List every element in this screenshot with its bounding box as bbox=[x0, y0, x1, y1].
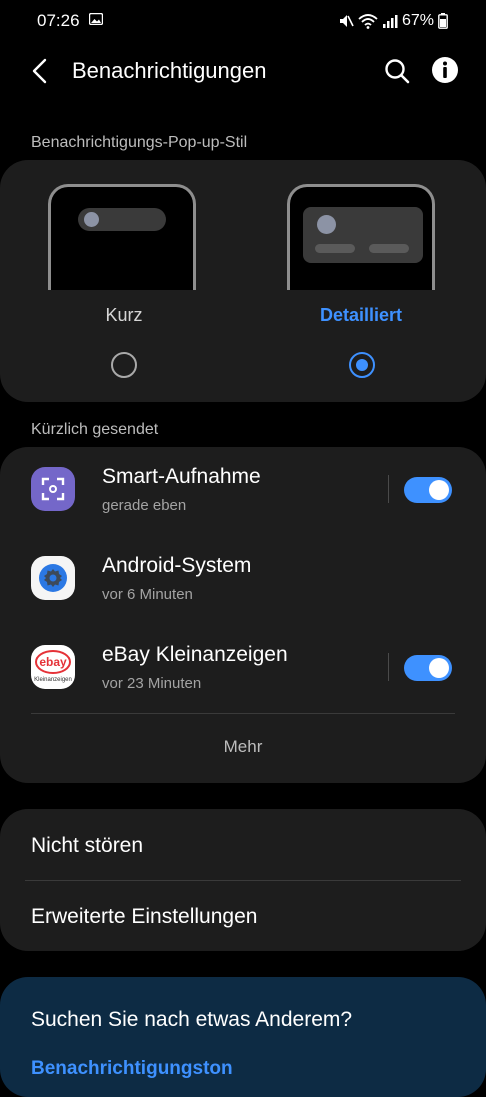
app-bar: Benachrichtigungen bbox=[0, 44, 486, 100]
detailed-bar-1 bbox=[315, 244, 355, 253]
app-time: gerade eben bbox=[102, 497, 187, 514]
settings-card: Nicht stören Erweiterte Einstellungen bbox=[0, 809, 486, 951]
app-row-ebay-kleinanzeigen[interactable]: ebay Kleinanzeigen eBay Kleinanzeigen vo… bbox=[0, 625, 486, 713]
detailed-preview bbox=[287, 184, 435, 290]
status-bar: 07:26 67% bbox=[0, 0, 486, 42]
popup-style-card: Kurz Detailliert bbox=[0, 160, 486, 402]
ebay-logo-subtext: Kleinanzeigen bbox=[34, 677, 72, 683]
battery-percent: 67% bbox=[401, 12, 434, 29]
signal-icon bbox=[382, 15, 398, 28]
mute-icon bbox=[339, 15, 354, 27]
app-time: vor 6 Minuten bbox=[102, 586, 193, 603]
popup-style-label: Benachrichtigungs-Pop-up-Stil bbox=[31, 134, 248, 151]
option-label-kurz: Kurz bbox=[105, 305, 143, 325]
detailed-dot bbox=[317, 215, 336, 234]
battery-icon bbox=[438, 13, 448, 29]
gallery-notification-icon bbox=[89, 13, 103, 25]
app-row-smart-aufnahme[interactable]: Smart-Aufnahme gerade eben bbox=[0, 447, 486, 535]
back-arrow-icon[interactable] bbox=[26, 56, 56, 86]
app-name: Android-System bbox=[102, 554, 252, 577]
divider bbox=[31, 713, 455, 714]
suggestion-title: Suchen Sie nach etwas Anderem? bbox=[31, 1008, 353, 1031]
ebay-logo-text: ebay bbox=[39, 655, 67, 669]
status-icons: 67% bbox=[338, 10, 448, 32]
more-button[interactable]: Mehr bbox=[0, 737, 486, 757]
radio-detailliert[interactable] bbox=[349, 352, 375, 378]
detailed-card bbox=[303, 207, 423, 263]
divider bbox=[388, 475, 389, 503]
search-icon[interactable] bbox=[382, 56, 412, 86]
app-name: Smart-Aufnahme bbox=[102, 465, 261, 488]
notification-sound-link[interactable]: Benachrichtigungston bbox=[31, 1058, 233, 1080]
info-icon[interactable] bbox=[431, 56, 459, 84]
detailed-bar-2 bbox=[369, 244, 409, 253]
brief-dot bbox=[84, 212, 99, 227]
recent-label: Kürzlich gesendet bbox=[31, 421, 159, 438]
app-name: eBay Kleinanzeigen bbox=[102, 643, 288, 666]
do-not-disturb-item[interactable]: Nicht stören bbox=[31, 834, 143, 858]
app-row-android-system[interactable]: Android-System vor 6 Minuten bbox=[0, 536, 486, 624]
app-time: vor 23 Minuten bbox=[102, 675, 202, 692]
toggle-knob bbox=[429, 480, 449, 500]
divider bbox=[25, 880, 461, 881]
status-time: 07:26 bbox=[37, 11, 80, 30]
android-system-gear-icon bbox=[31, 556, 75, 600]
wifi-icon bbox=[358, 14, 378, 29]
advanced-settings-item[interactable]: Erweiterte Einstellungen bbox=[31, 905, 257, 929]
ebay-kleinanzeigen-logo-icon: ebay Kleinanzeigen bbox=[31, 645, 75, 689]
page-title: Benachrichtigungen bbox=[72, 58, 267, 83]
brief-pill bbox=[78, 208, 166, 231]
radio-kurz[interactable] bbox=[111, 352, 137, 378]
brief-preview bbox=[48, 184, 196, 290]
smart-capture-icon bbox=[31, 467, 75, 511]
suggestion-card: Suchen Sie nach etwas Anderem? Benachric… bbox=[0, 977, 486, 1097]
toggle-knob bbox=[429, 658, 449, 678]
toggle-ebay-kleinanzeigen[interactable] bbox=[404, 655, 452, 681]
recent-card: Smart-Aufnahme gerade eben Android-Syste… bbox=[0, 447, 486, 783]
toggle-smart-aufnahme[interactable] bbox=[404, 477, 452, 503]
divider bbox=[388, 653, 389, 681]
option-label-detailliert: Detailliert bbox=[319, 305, 403, 325]
